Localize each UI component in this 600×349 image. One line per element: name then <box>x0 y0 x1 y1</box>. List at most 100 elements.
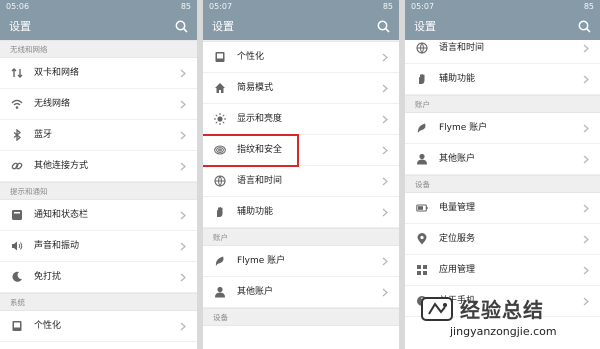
settings-item[interactable]: 辅助功能 <box>203 197 399 228</box>
settings-item[interactable]: 其他账户 <box>203 277 399 308</box>
settings-item[interactable]: 个性化 <box>0 311 197 342</box>
settings-item-label: 应用管理 <box>439 265 476 275</box>
settings-item-label: 免打扰 <box>34 272 62 282</box>
status-time: 05:06 <box>6 2 30 11</box>
status-bar: 05:06 85 <box>0 0 197 13</box>
chevron-right-icon <box>180 242 186 251</box>
flyme-icon <box>215 256 224 266</box>
settings-item-label: 显示和亮度 <box>237 114 283 124</box>
settings-item[interactable]: Flyme 账户 <box>203 246 399 277</box>
settings-item-label: 语言和时间 <box>439 43 485 53</box>
chevron-right-icon <box>583 235 589 244</box>
settings-item[interactable]: 显示和亮度 <box>203 104 399 135</box>
watermark: 经验总结 jingyanzongjie.com <box>420 290 600 349</box>
chevron-right-icon <box>180 69 186 78</box>
settings-item-label: 定位服务 <box>439 234 476 244</box>
settings-list[interactable]: 无线和网络 双卡和网络 无线网络 蓝牙 其他连接方式 提示和通知 通知和状态栏 声音和振动 免打… <box>0 40 197 349</box>
user-icon <box>215 286 225 298</box>
apps-icon <box>417 265 427 275</box>
chevron-right-icon <box>180 273 186 282</box>
search-icon[interactable] <box>175 20 188 33</box>
settings-item[interactable]: 通知和状态栏 <box>0 200 197 231</box>
bluetooth-icon <box>13 129 22 141</box>
chevron-right-icon <box>583 204 589 213</box>
settings-item[interactable]: 无线网络 <box>0 89 197 120</box>
globe-icon <box>416 42 428 54</box>
section-header: 账户 <box>203 228 399 246</box>
settings-item-label: 简易模式 <box>237 83 274 93</box>
page-title: 设置 <box>414 20 436 33</box>
chevron-right-icon <box>583 44 589 53</box>
title-bar: 设置 <box>0 13 197 40</box>
chevron-right-icon <box>180 100 186 109</box>
status-bar: 05:07 85 <box>405 0 600 13</box>
settings-item-label: 无线网络 <box>34 99 71 109</box>
moon-icon <box>12 271 22 282</box>
section-header: 无线和网络 <box>0 40 197 58</box>
chevron-right-icon <box>180 162 186 171</box>
status-battery: 85 <box>180 2 191 11</box>
settings-item[interactable]: 定位服务 <box>405 224 600 255</box>
chevron-right-icon <box>382 288 388 297</box>
chevron-right-icon <box>382 115 388 124</box>
status-battery: 85 <box>583 2 594 11</box>
settings-item-label: 通知和状态栏 <box>34 210 89 220</box>
settings-item[interactable]: 声音和振动 <box>0 231 197 262</box>
settings-item[interactable]: 辅助功能 <box>405 64 600 95</box>
dual-sim-icon <box>11 68 23 78</box>
settings-item[interactable]: 指纹和安全 <box>203 134 399 167</box>
location-icon <box>417 233 427 245</box>
settings-list[interactable]: 系统个性化简易模式显示和亮度指纹和安全语言和时间辅助功能账户Flyme 账户其他… <box>203 40 399 349</box>
settings-item[interactable]: 语言和时间 <box>405 40 600 64</box>
settings-item[interactable]: 电量管理 <box>405 193 600 224</box>
search-icon[interactable] <box>377 20 390 33</box>
settings-item-label: Flyme 账户 <box>237 256 286 266</box>
chevron-right-icon <box>583 124 589 133</box>
settings-item[interactable]: 蓝牙 <box>0 120 197 151</box>
chevron-right-icon <box>382 208 388 217</box>
settings-item[interactable]: 免打扰 <box>0 262 197 293</box>
chevron-right-icon <box>583 155 589 164</box>
flyme-icon <box>417 123 426 133</box>
settings-item-label: 其他连接方式 <box>34 161 89 171</box>
hand-icon <box>217 207 223 217</box>
settings-item-label: 声音和振动 <box>34 241 80 251</box>
page-title: 设置 <box>9 20 31 33</box>
chevron-right-icon <box>180 131 186 140</box>
notification-icon <box>12 210 22 220</box>
section-header: 设备 <box>405 175 600 193</box>
settings-item[interactable]: 双卡和网络 <box>0 58 197 89</box>
watermark-url: jingyanzongjie.com <box>450 325 557 338</box>
home-icon <box>215 83 225 93</box>
settings-item[interactable]: 简易模式 <box>203 73 399 104</box>
settings-item[interactable]: Flyme 账户 <box>405 113 600 144</box>
chevron-right-icon <box>583 266 589 275</box>
wifi-icon <box>11 99 23 109</box>
settings-item[interactable]: 应用管理 <box>405 255 600 286</box>
status-bar: 05:07 85 <box>203 0 399 13</box>
settings-item-label: 其他账户 <box>237 287 274 297</box>
sound-icon <box>12 241 23 251</box>
status-time: 05:07 <box>411 2 435 11</box>
settings-item[interactable]: 语言和时间 <box>203 166 399 197</box>
settings-item[interactable]: 其他账户 <box>405 144 600 175</box>
settings-item-label: 语言和时间 <box>237 176 283 186</box>
settings-item[interactable]: 其他连接方式 <box>0 151 197 182</box>
link-icon <box>11 162 23 170</box>
personalize-icon <box>215 52 225 62</box>
settings-item-label: 其他账户 <box>439 154 476 164</box>
settings-item-label: 辅助功能 <box>237 207 274 217</box>
title-bar: 设置 <box>405 13 600 40</box>
chevron-right-icon <box>382 146 388 155</box>
status-battery: 85 <box>382 2 393 11</box>
watermark-title: 经验总结 <box>460 298 544 322</box>
search-icon[interactable] <box>578 20 591 33</box>
settings-screen-1: 05:06 85 设置 无线和网络 双卡和网络 无线网络 蓝牙 其他连接方式 提示和通知 通知和状… <box>0 0 197 349</box>
chevron-right-icon <box>382 53 388 62</box>
section-header: 设备 <box>203 308 399 326</box>
settings-item[interactable]: 个性化 <box>203 42 399 73</box>
battery-icon <box>416 204 428 212</box>
settings-item-label: 双卡和网络 <box>34 68 80 78</box>
watermark-logo-icon <box>421 297 453 321</box>
globe-icon <box>214 175 226 187</box>
